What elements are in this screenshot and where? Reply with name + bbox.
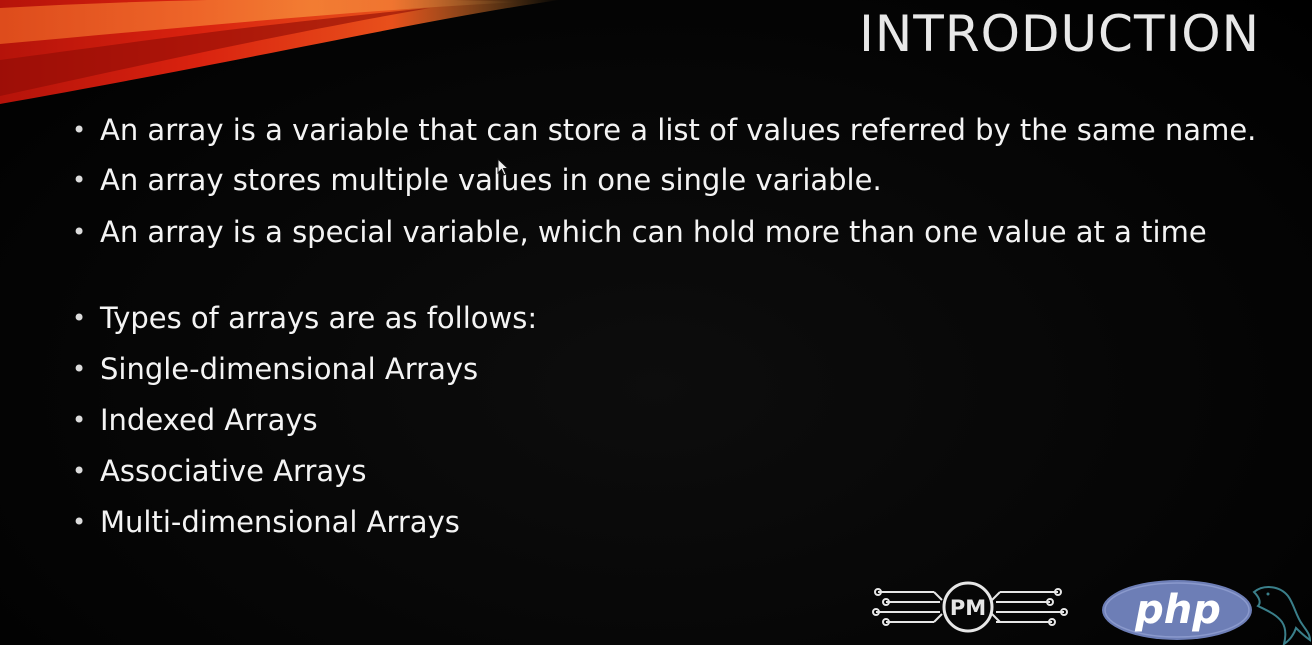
bullet-marker: •: [72, 304, 87, 332]
bullet-marker: •: [72, 406, 87, 434]
list-item: • Associative Arrays: [72, 453, 1272, 489]
php-logo-text: php: [1134, 587, 1221, 633]
list-item: • An array stores multiple values in one…: [72, 162, 1272, 198]
bullet-marker: •: [72, 355, 87, 383]
pm-logo-text: PM: [950, 596, 986, 620]
bullet-text: An array is a special variable, which ca…: [100, 215, 1207, 249]
mysql-dolphin-icon: [1252, 586, 1312, 645]
pm-logo-icon: PM: [872, 581, 1068, 633]
slide: INTRODUCTION • An array is a variable th…: [0, 0, 1312, 645]
mouse-cursor-icon: [497, 158, 510, 176]
bullet-marker: •: [72, 218, 87, 246]
bullet-text: Single-dimensional Arrays: [100, 352, 479, 386]
bullet-marker: •: [72, 508, 87, 536]
bullet-marker: •: [72, 166, 87, 194]
decorative-swoosh: [0, 0, 560, 104]
bullet-text: An array stores multiple values in one s…: [100, 163, 882, 197]
bullet-text: An array is a variable that can store a …: [100, 113, 1257, 147]
slide-title: INTRODUCTION: [859, 5, 1260, 63]
bullet-text: Multi-dimensional Arrays: [100, 505, 460, 539]
bullet-text: Types of arrays are as follows:: [100, 301, 538, 335]
php-logo-icon: php: [1102, 580, 1252, 640]
list-item: • An array is a special variable, which …: [72, 214, 1272, 250]
list-item: • An array is a variable that can store …: [72, 112, 1272, 148]
bullet-text: Indexed Arrays: [100, 403, 318, 437]
bullet-text: Associative Arrays: [100, 454, 367, 488]
list-item: • Multi-dimensional Arrays: [72, 504, 1272, 540]
bullet-list: • An array is a variable that can store …: [72, 110, 1272, 540]
list-item: • Types of arrays are as follows:: [72, 300, 1272, 336]
bullet-marker: •: [72, 457, 87, 485]
list-item: • Single-dimensional Arrays: [72, 351, 1272, 387]
list-item: • Indexed Arrays: [72, 402, 1272, 438]
bullet-marker: •: [72, 116, 87, 144]
